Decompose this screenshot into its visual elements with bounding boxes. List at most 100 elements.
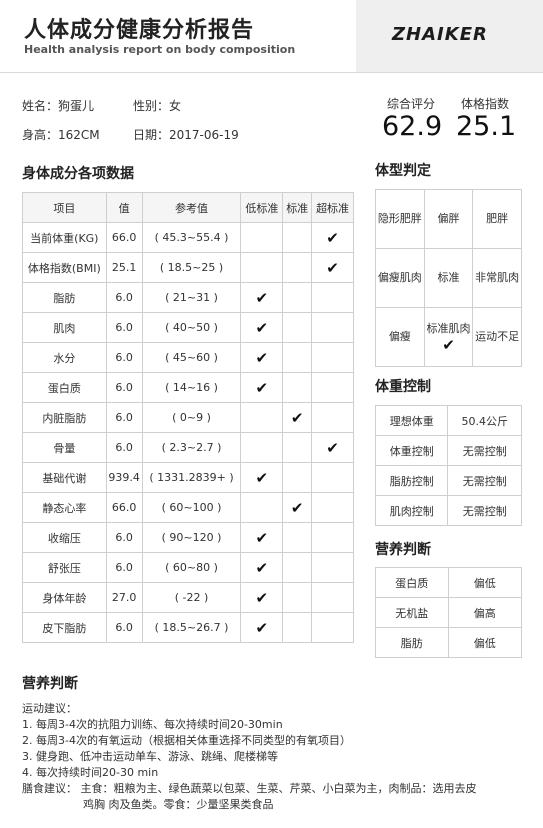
row-item: 当前体重(KG)	[22, 222, 107, 253]
level-cell-high: ✔	[311, 252, 354, 283]
person-name: 姓名：狗蛋儿	[22, 99, 95, 113]
row-item: 舒张压	[22, 552, 107, 583]
diet-advice-line: 鸡胸 肉及鱼类。零食：少量坚果类食品	[83, 798, 274, 811]
row-item: 脂肪	[22, 282, 107, 313]
row-item: 皮下脂肪	[22, 612, 107, 643]
table-row: 基础代谢 939.4( 1331.2839+ ) ✔	[22, 462, 354, 493]
body-type-table: 隐形肥胖 偏胖 肥胖 偏瘦肌肉 标准 非常肌肉 偏瘦 标准肌肉 ✔ 运动不足	[375, 189, 522, 367]
bmi-score-value: 25.1	[456, 111, 517, 142]
level-cell-low	[240, 222, 284, 253]
table-row: 收缩压 6.0( 90~120 ) ✔	[22, 522, 354, 553]
level-cell-high	[311, 522, 354, 553]
level-cell-low: ✔	[240, 462, 284, 493]
row-value: 6.0	[105, 612, 143, 643]
row-value: 6.0	[105, 312, 143, 343]
table-row: 骨量 6.0( 2.3~2.7 ) ✔	[22, 432, 354, 463]
body-type-cell: 偏瘦	[375, 307, 425, 367]
body-type-cell: 运动不足	[472, 307, 522, 367]
check-icon: ✔	[290, 408, 304, 427]
row-item: 静态心率	[22, 492, 107, 523]
report-date: 日期：2017-06-19	[133, 128, 239, 142]
level-cell-low	[240, 402, 284, 433]
report-subtitle: Health analysis report on body compositi…	[24, 43, 296, 56]
check-icon: ✔	[255, 348, 269, 367]
col-header-low: 低标准	[240, 192, 284, 223]
person-height: 身高：162CM	[22, 128, 100, 142]
nutrition-row: 蛋白质 偏低	[375, 567, 522, 598]
table-row: 肌肉 6.0( 40~50 ) ✔	[22, 312, 354, 343]
level-cell-low	[240, 492, 284, 523]
check-icon: ✔	[255, 558, 269, 577]
table-row: 体格指数(BMI) 25.1( 18.5~25 ) ✔	[22, 252, 354, 283]
level-cell-low: ✔	[240, 552, 284, 583]
level-cell-high	[311, 402, 354, 433]
col-header-high: 超标准	[311, 192, 354, 223]
row-reference: ( 18.5~25 )	[141, 252, 242, 283]
level-cell-low: ✔	[240, 282, 284, 313]
sport-advice-item: 1. 每周3-4次的抗阻力训练、每次持续时间20-30min	[22, 718, 283, 731]
check-icon: ✔	[326, 258, 339, 277]
level-cell-high	[311, 612, 354, 643]
level-cell-high	[311, 282, 354, 313]
body-type-cell: 肥胖	[472, 189, 522, 249]
body-type-cell: 隐形肥胖	[375, 189, 425, 249]
row-item: 蛋白质	[22, 372, 107, 403]
row-value: 27.0	[105, 582, 143, 613]
body-type-cell: 偏胖	[423, 189, 474, 249]
check-icon: ✔	[255, 378, 269, 397]
weight-control-label: 脂肪控制	[374, 465, 449, 496]
weight-control-label: 肌肉控制	[374, 495, 449, 526]
row-reference: ( 18.5~26.7 )	[141, 612, 242, 643]
row-reference: ( 60~100 )	[141, 492, 242, 523]
level-cell-std	[282, 582, 313, 613]
level-cell-std	[282, 282, 313, 313]
body-type-cell: 标准	[423, 248, 474, 308]
weight-control-value: 50.4公斤	[447, 405, 522, 436]
check-icon: ✔	[442, 336, 455, 354]
sport-advice-heading: 运动建议：	[22, 702, 77, 715]
weight-control-value: 无需控制	[447, 435, 522, 466]
logo-box: ZHAIKER	[356, 0, 543, 72]
row-value: 6.0	[105, 432, 143, 463]
nutrition-label: 无机盐	[375, 597, 449, 628]
nutrition-table: 蛋白质 偏低 无机盐 偏高 脂肪 偏低	[375, 567, 522, 658]
report-title: 人体成分健康分析报告	[24, 18, 255, 43]
table-row: 脂肪 6.0( 21~31 ) ✔	[22, 282, 354, 313]
level-cell-high	[311, 342, 354, 373]
weight-control-row: 体重控制 无需控制	[374, 435, 522, 466]
body-type-row: 偏瘦 标准肌肉 ✔ 运动不足	[375, 307, 522, 367]
level-cell-high: ✔	[311, 222, 354, 253]
body-type-label: 标准	[437, 271, 460, 284]
nutrition-body: 蛋白质 偏低 无机盐 偏高 脂肪 偏低	[375, 567, 522, 658]
sport-advice-item: 2. 每周3-4次的有氧运动（根据相关体重选择不同类型的有氧项目）	[22, 734, 351, 747]
level-cell-std: ✔	[282, 402, 313, 433]
row-value: 6.0	[105, 282, 143, 313]
level-cell-std	[282, 462, 313, 493]
row-item: 水分	[22, 342, 107, 373]
col-header-standard: 标准	[282, 192, 313, 223]
brand-logo: ZHAIKER	[392, 24, 488, 45]
level-cell-low: ✔	[240, 582, 284, 613]
table-row: 身体年龄 27.0( -22 ) ✔	[22, 582, 354, 613]
row-reference: ( 14~16 )	[141, 372, 242, 403]
nutrition-row: 脂肪 偏低	[375, 627, 522, 658]
row-value: 25.1	[105, 252, 143, 283]
row-value: 66.0	[105, 492, 143, 523]
level-cell-std	[282, 222, 313, 253]
level-cell-low: ✔	[240, 612, 284, 643]
body-type-label: 偏瘦	[388, 330, 411, 343]
row-item: 肌肉	[22, 312, 107, 343]
level-cell-low: ✔	[240, 372, 284, 403]
sport-advice-item: 3. 健身跑、低冲击运动单车、游泳、跳绳、爬楼梯等	[22, 750, 278, 763]
nutrition-label: 蛋白质	[375, 567, 449, 598]
row-reference: ( 1331.2839+ )	[141, 462, 242, 493]
nutrition-value: 偏低	[447, 567, 522, 598]
level-cell-high	[311, 462, 354, 493]
weight-control-table: 理想体重 50.4公斤 体重控制 无需控制 脂肪控制 无需控制 肌肉控制 无需控制	[374, 405, 522, 526]
level-cell-std: ✔	[282, 492, 313, 523]
row-reference: ( 90~120 )	[141, 522, 242, 553]
row-item: 体格指数(BMI)	[22, 252, 107, 283]
level-cell-low: ✔	[240, 312, 284, 343]
level-cell-high	[311, 372, 354, 403]
report-header: 人体成分健康分析报告 Health analysis report on bod…	[0, 0, 543, 73]
